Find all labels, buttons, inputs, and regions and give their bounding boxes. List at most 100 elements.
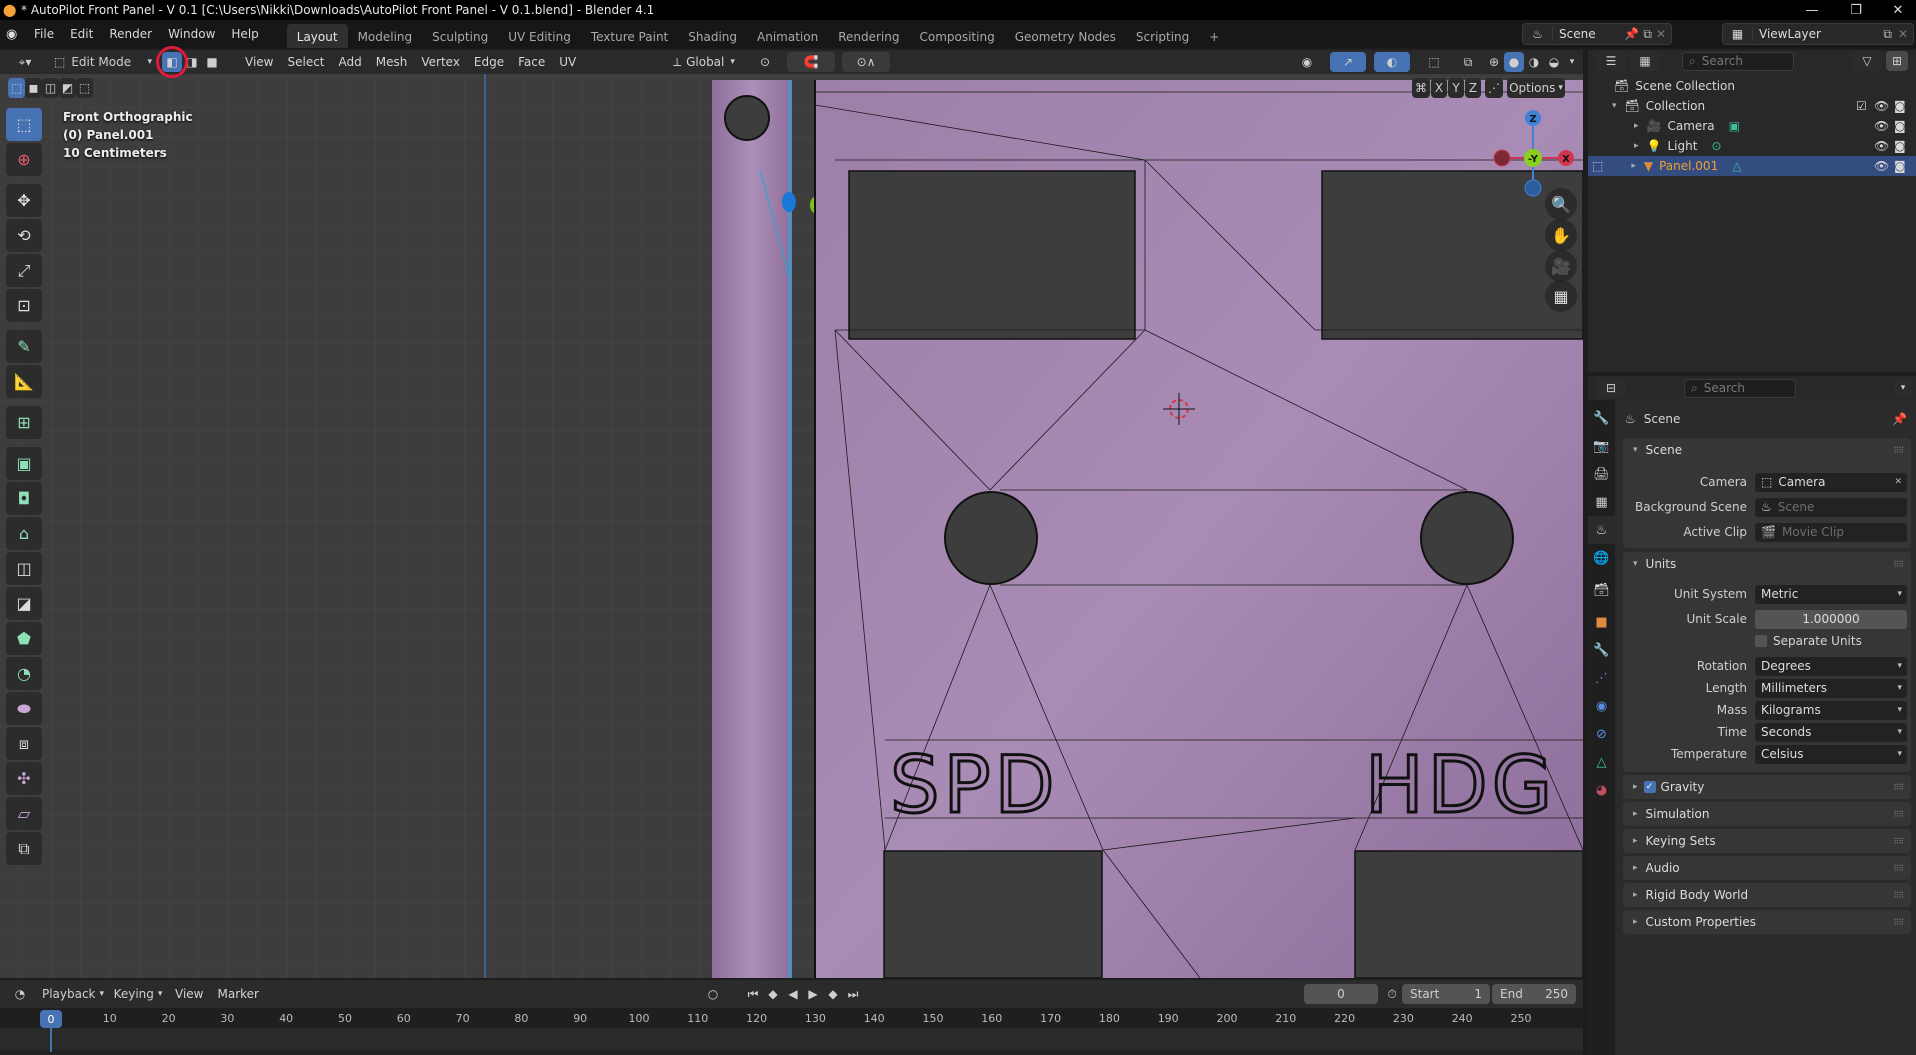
shading-options-button[interactable]: ▾ [1564,52,1580,72]
workspace-tab-uv-editing[interactable]: UV Editing [498,24,581,48]
preview-range-toggle[interactable]: ⏱ [1384,984,1400,1004]
scene-panel-header[interactable]: ▾ Scene [1623,438,1911,462]
menu-help[interactable]: Help [223,23,266,45]
background-scene-field[interactable]: ♨ Scene [1755,497,1907,517]
topology-mirror-toggle[interactable]: ⋰ [1485,78,1503,98]
face-select-button[interactable]: ■ [202,52,222,72]
outliner-item-collection[interactable]: ▾ 🗃 Collection ☑ 👁 ◙ [1588,96,1916,116]
tab-output[interactable]: 🖨 [1588,460,1615,488]
time-dropdown[interactable]: Seconds ▾ [1755,722,1907,742]
add-workspace-button[interactable]: + [1199,24,1229,48]
menu-window[interactable]: Window [160,23,223,45]
tab-tool[interactable]: 🔧 [1588,404,1615,432]
chevron-down-icon[interactable]: ▾ [1612,101,1617,111]
3d-viewport[interactable]: SPD HDG [0,50,1583,978]
editor-type-button[interactable]: ⌖▾ [6,52,44,72]
transform-orientation-dropdown[interactable]: ⟂ Global ▾ [665,52,743,72]
mirror-z-toggle[interactable]: Z [1465,78,1481,98]
units-panel-header[interactable]: ▾ Units [1623,552,1911,576]
tool-spin[interactable]: ◔ [6,657,42,690]
workspace-tab-modeling[interactable]: Modeling [348,24,423,48]
keying-dropdown[interactable]: Keying ▾ [108,984,168,1004]
delete-scene-icon[interactable]: ✕ [1656,27,1671,41]
minimize-button[interactable]: — [1790,0,1834,20]
active-clip-field[interactable]: 🎬 Movie Clip [1755,522,1907,542]
viewport-canvas[interactable]: SPD HDG [0,50,1583,978]
custom-properties-panel[interactable]: ▸ Custom Properties ⠿⠿ [1623,910,1911,934]
tool-move[interactable]: ✥ [6,184,42,217]
tool-loop-cut[interactable]: ◫ [6,552,42,585]
chevron-right-icon[interactable]: ▸ [1634,141,1639,151]
outliner-item-panel-001[interactable]: ⬚ ▸ ▼ Panel.001 △ 👁 ◙ [1588,156,1916,176]
tab-world[interactable]: 🌐 [1588,544,1615,572]
drag-handle-icon[interactable]: ⠿⠿ [1893,864,1904,873]
prev-keyframe-button[interactable]: ◆ [763,984,783,1004]
timeline-menu-view[interactable]: View [168,987,210,1001]
gizmo-toggle[interactable]: ↗ [1330,52,1366,72]
options-dropdown[interactable]: Options ▾ [1507,78,1565,98]
mirror-x-toggle[interactable]: X [1431,78,1447,98]
tool-select-box[interactable]: ⬚ [6,108,42,141]
close-window-button[interactable]: ✕ [1876,0,1916,20]
gravity-panel[interactable]: ▸ ✓ Gravity ⠿⠿ [1623,775,1911,799]
play-reverse-button[interactable]: ◀ [783,984,803,1004]
drag-handle-icon[interactable]: ⠿⠿ [1893,810,1904,819]
playhead[interactable]: 0 [40,1010,62,1028]
tool-shear[interactable]: ▱ [6,797,42,830]
tab-physics[interactable]: ◉ [1588,692,1615,720]
scene-selector[interactable]: ♨ Scene 📌 ⧉ ✕ [1522,23,1672,45]
drag-handle-icon[interactable]: ⠿⠿ [1893,783,1904,792]
display-mode-dropdown[interactable]: ▦ [1630,51,1660,71]
tool-cursor[interactable]: ⊕ [6,143,42,176]
tool-extrude-region[interactable]: ▣ [6,447,42,480]
delete-viewlayer-icon[interactable]: ✕ [1898,27,1913,41]
new-viewlayer-icon[interactable]: ⧉ [1883,27,1898,42]
drag-handle-icon[interactable]: ⠿⠿ [1893,918,1904,927]
zoom-view-button[interactable]: 🔍 [1545,188,1577,220]
exclude-checkbox[interactable]: ☑ [1856,99,1867,113]
workspace-tab-compositing[interactable]: Compositing [909,24,1004,48]
audio-panel[interactable]: ▸ Audio ⠿⠿ [1623,856,1911,880]
workspace-tab-animation[interactable]: Animation [747,24,828,48]
length-dropdown[interactable]: Millimeters ▾ [1755,678,1907,698]
maximize-button[interactable]: ❐ [1834,0,1878,20]
outliner-search-input[interactable]: ⌕ Search [1682,51,1794,71]
menu-file[interactable]: File [26,23,62,45]
wireframe-shading-button[interactable]: ⊕ [1484,52,1504,72]
clear-camera-icon[interactable]: ✕ [1894,477,1902,487]
eye-icon[interactable]: 👁 [1874,159,1889,173]
current-frame-field[interactable]: 0 [1304,984,1378,1004]
light-data-icon[interactable]: ⊙ [1711,139,1721,153]
tab-scene[interactable]: ♨ [1588,516,1615,544]
rotation-dropdown[interactable]: Degrees ▾ [1755,656,1907,676]
pin-icon[interactable]: 📌 [1892,412,1907,426]
end-frame-field[interactable]: End 250 [1492,984,1576,1004]
outliner-item-light[interactable]: ▸ 💡 Light ⊙ 👁 ◙ [1588,136,1916,156]
menu-render[interactable]: Render [101,23,160,45]
properties-search-input[interactable]: ⌕ Search [1684,378,1796,398]
unit-system-dropdown[interactable]: Metric ▾ [1755,584,1907,604]
eye-icon[interactable]: 👁 [1874,99,1889,113]
material-shading-button[interactable]: ◑ [1524,52,1544,72]
viewport-menu-uv[interactable]: UV [552,55,583,69]
viewlayer-selector[interactable]: ▦ ViewLayer ⧉ ✕ [1722,23,1914,45]
auto-keying-toggle[interactable]: ○ [698,984,728,1004]
visibility-dropdown[interactable]: ◉ [1292,52,1322,72]
filter-dropdown[interactable]: ▽ [1852,51,1882,71]
timeline-track[interactable] [0,1028,1583,1050]
drag-handle-icon[interactable]: ⠿⠿ [1893,446,1904,455]
drag-handle-icon[interactable]: ⠿⠿ [1893,560,1904,569]
select-extend-button[interactable]: ◼ [25,78,42,98]
workspace-tab-shading[interactable]: Shading [678,24,747,48]
select-invert-button[interactable]: ◩ [59,78,76,98]
eye-icon[interactable]: 👁 [1874,139,1889,153]
tool-scale[interactable]: ⤢ [6,254,42,287]
render-camera-icon[interactable]: ◙ [1894,139,1906,153]
tab-render[interactable]: 📷 [1588,432,1615,460]
workspace-tab-layout[interactable]: Layout [286,24,348,48]
separate-units-checkbox[interactable] [1755,635,1767,647]
jump-start-button[interactable]: ⏮ [743,984,763,1004]
mass-dropdown[interactable]: Kilograms ▾ [1755,700,1907,720]
tool-edge-slide[interactable]: ⧈ [6,727,42,760]
new-collection-button[interactable]: ⊞ [1886,51,1908,71]
